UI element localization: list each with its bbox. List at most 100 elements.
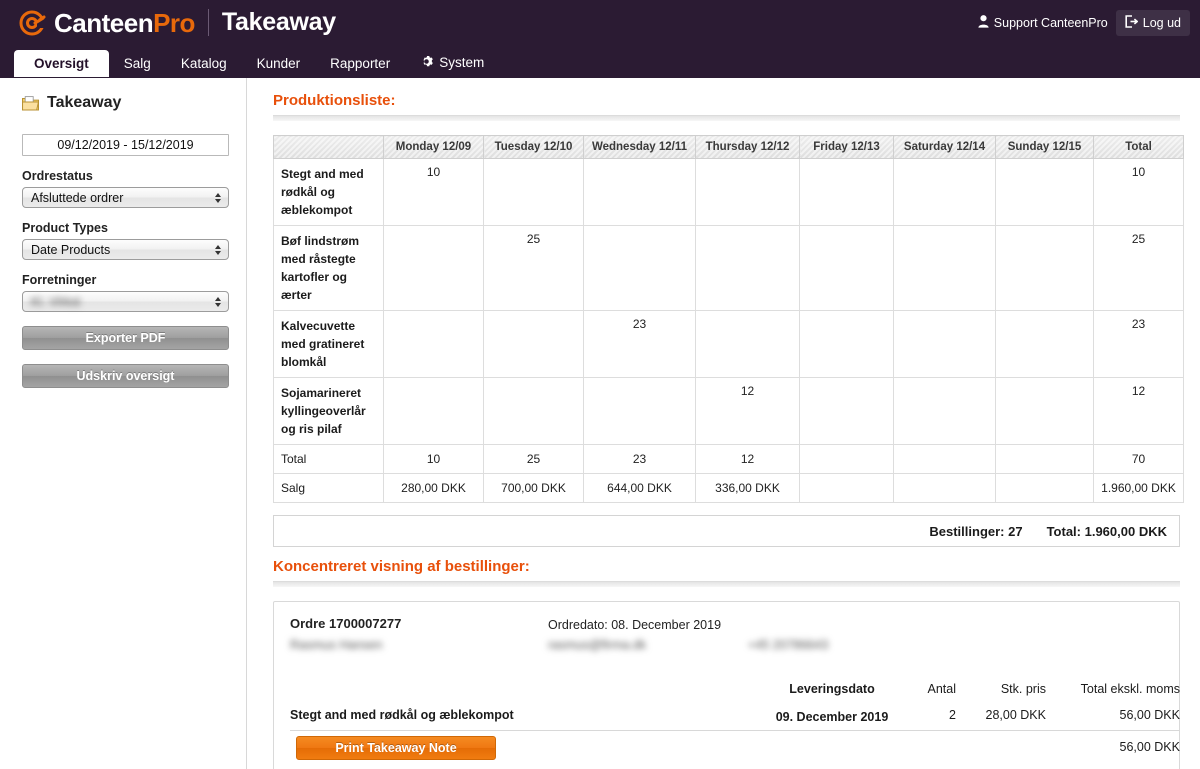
forretninger-value: Kl. Vlrkst [31,294,81,309]
gear-icon [420,55,434,71]
tab-oversigt-label: Oversigt [34,55,89,71]
col-header-friday: Friday 12/13 [799,135,894,159]
cell-thursday [695,310,800,378]
customer-name: Rasmus Hansen [290,638,383,653]
total-thursday: 12 [695,444,800,474]
production-table-header-row: Monday 12/09 Tuesday 12/10 Wednesday 12/… [273,135,1184,159]
logout-button[interactable]: Log ud [1115,9,1190,36]
cell-friday [799,225,894,311]
tab-kunder[interactable]: Kunder [242,50,316,79]
col-header-monday: Monday 12/09 [383,135,484,159]
cell-total: 23 [1093,310,1184,378]
sales-wednesday: 644,00 DKK [583,473,696,503]
cell-saturday [893,158,996,226]
support-label: Support CanteenPro [993,15,1108,30]
cell-monday: 10 [383,158,484,226]
col-header-product [273,135,384,159]
sales-tuesday: 700,00 DKK [483,473,584,503]
table-row: Stegt and med rødkål og æblekompot 10 10 [273,158,1184,226]
tab-katalog-label: Katalog [180,55,227,71]
cell-friday [799,310,894,378]
table-row: Kalvecuvette med gratineret blomkål 23 2… [273,310,1184,378]
filter-label-ordrestatus: Ordrestatus [22,169,93,183]
col-header-thursday: Thursday 12/12 [695,135,800,159]
tab-oversigt[interactable]: Oversigt [14,49,109,78]
forretninger-select[interactable]: Kl. Vlrkst [22,291,229,312]
ordrestatus-value: Afsluttede ordrer [31,190,124,205]
sales-row-label: Salg [273,473,384,503]
table-row: Bøf lindstrøm med råstegte kartofler og … [273,225,1184,311]
product-types-select[interactable]: Date Products [22,239,229,260]
cell-sunday [995,310,1094,378]
summary-bar: Bestillinger: 27 Total: 1.960,00 DKK [273,515,1180,547]
cell-total: 12 [1093,377,1184,445]
cell-thursday: 12 [695,377,800,445]
sidebar-title-label: Takeaway [47,94,122,111]
col-header-saturday: Saturday 12/14 [893,135,996,159]
row-product-name: Kalvecuvette med gratineret blomkål [273,310,384,378]
tab-salg[interactable]: Salg [109,50,166,79]
total-wednesday: 23 [583,444,696,474]
cell-monday [383,377,484,445]
orders-count-label: Bestillinger: 27 [929,523,1023,539]
tab-salg-label: Salg [123,55,151,71]
total-monday: 10 [383,444,484,474]
col-header-wednesday: Wednesday 12/11 [583,135,696,159]
total-sunday [995,444,1094,474]
cell-saturday [893,225,996,311]
support-link[interactable]: Support CanteenPro [978,14,1108,31]
brand-pro: Pro [153,7,195,38]
sales-monday: 280,00 DKK [383,473,484,503]
date-range-input[interactable]: 09/12/2019 - 15/12/2019 [22,134,229,156]
cell-friday [799,377,894,445]
col-header-quantity: Antal [927,682,957,696]
order-grand-total: 56,00 DKK [1046,730,1180,759]
grand-total-spacer4 [956,730,1046,759]
line-quantity: 2 [949,708,956,722]
line-unit-price: 28,00 DKK [985,708,1046,722]
order-lines-header-row: Leveringsdato Antal Stk. pris Total eksk… [290,678,1180,704]
cell-tuesday: 25 [483,225,584,311]
brand-divider [207,9,209,36]
tab-system-label: System [439,54,485,70]
tab-katalog[interactable]: Katalog [166,50,242,79]
customer-phone: +45 20786643 [748,638,829,653]
cell-sunday [995,377,1094,445]
sidebar-title: Takeaway [22,94,230,112]
cell-friday [799,158,894,226]
cell-total: 25 [1093,225,1184,311]
cell-monday [383,225,484,311]
total-saturday [893,444,996,474]
print-overview-button[interactable]: Udskriv oversigt [22,364,229,388]
cell-thursday [695,225,800,311]
col-header-description [290,678,770,704]
tab-system[interactable]: System [405,48,499,79]
export-pdf-button[interactable]: Exporter PDF [22,326,229,350]
app-title: Takeaway [221,8,336,36]
print-takeaway-note-button[interactable]: Print Takeaway Note [296,736,496,760]
filter-label-forretninger: Forretninger [22,273,97,287]
order-line-row: Stegt and med rødkål og æblekompot 09. D… [290,704,1180,731]
total-friday [799,444,894,474]
col-header-total: Total [1093,135,1184,159]
tab-rapporter[interactable]: Rapporter [315,50,405,79]
order-card-top-row: Ordre 1700007277 Ordredato: 08. December… [290,616,1163,634]
brand-text: CanteenPro [54,10,195,36]
col-header-tuesday: Tuesday 12/10 [483,135,584,159]
cell-tuesday [483,158,584,226]
row-product-name: Stegt and med rødkål og æblekompot [273,158,384,226]
brand-canteen: Canteen [54,7,154,38]
cell-sunday [995,225,1094,311]
cell-sunday [995,158,1094,226]
product-types-value: Date Products [31,242,111,257]
grand-total-spacer2 [770,730,894,759]
brand-logo[interactable]: CanteenPro [18,9,195,37]
tab-rapporter-label: Rapporter [330,55,391,71]
orders-total-label: Total: 1.960,00 DKK [1046,523,1167,539]
ordrestatus-select[interactable]: Afsluttede ordrer [22,187,229,208]
sales-saturday [893,473,996,503]
order-card-customer-row: Rasmus Hansen rasmus@firma.dk +45 207866… [290,638,1163,652]
chevron-updown-icon [215,296,221,307]
production-table: Monday 12/09 Tuesday 12/10 Wednesday 12/… [273,135,1184,503]
tab-kunder-label: Kunder [256,55,301,71]
